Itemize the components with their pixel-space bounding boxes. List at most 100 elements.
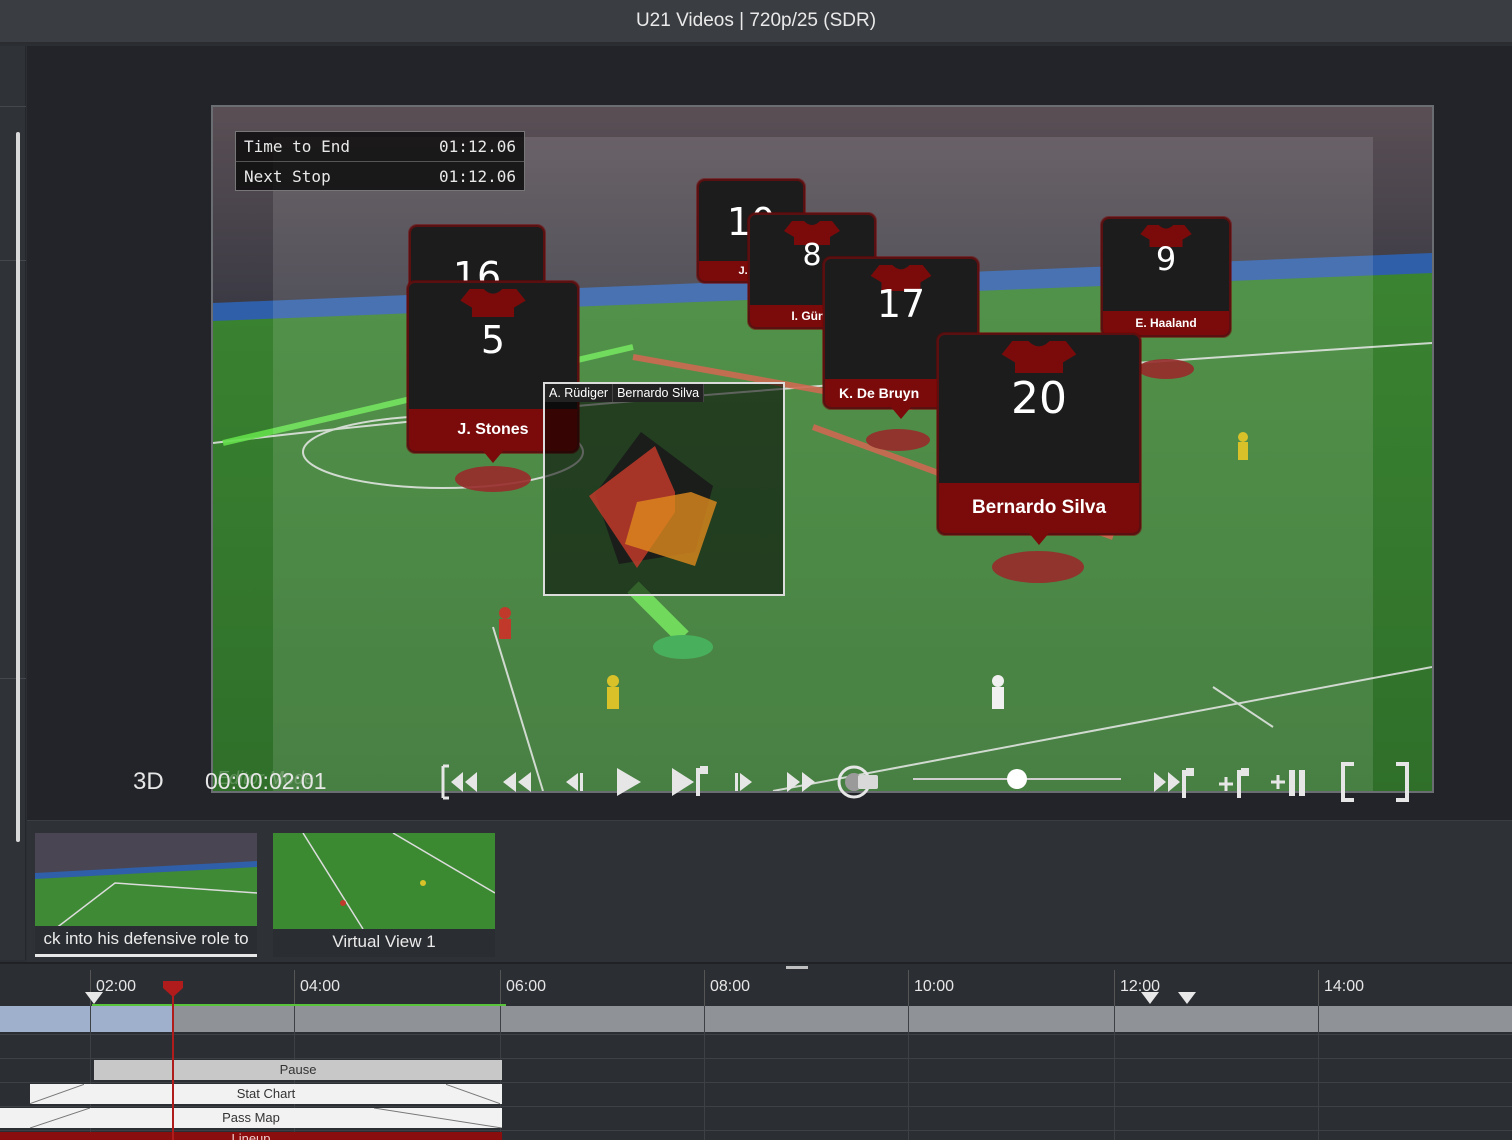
shirt-icon [1001, 341, 1077, 373]
go-to-start-button[interactable] [437, 760, 483, 804]
step-forward-icon [735, 773, 752, 791]
mark-out-icon [1396, 762, 1409, 802]
stop-marker[interactable] [1141, 992, 1159, 1004]
track-row: Pause [0, 1058, 1512, 1082]
track-row: Stat Chart [0, 1082, 1512, 1106]
timeline-panel: 02:00 04:00 06:00 08:00 10:00 12:00 14:0… [0, 962, 1512, 1140]
pitch-scene [213, 107, 1432, 791]
loop-icon [837, 765, 878, 799]
add-stop-button[interactable] [1213, 760, 1253, 804]
played-region [0, 1006, 172, 1032]
rewind-icon [503, 772, 531, 792]
hud-value: 01:12.06 [438, 167, 516, 186]
panel-divider [0, 106, 26, 107]
track-row [0, 1034, 1512, 1058]
step-forward-button[interactable] [727, 760, 761, 804]
segment-stat-chart[interactable]: Stat Chart [30, 1084, 502, 1104]
player-number: 9 [1155, 240, 1177, 278]
next-stop-button[interactable] [1151, 760, 1195, 804]
tick-line [294, 970, 295, 1006]
fade-out-ramp [446, 1084, 500, 1104]
panel-divider [0, 260, 26, 261]
hud-label: Next Stop [244, 167, 331, 186]
tick-line [704, 970, 705, 1006]
left-side-panel [0, 46, 26, 960]
segment-pause[interactable]: Pause [94, 1060, 502, 1080]
playhead-line[interactable] [172, 982, 174, 1140]
tick-label: 10:00 [914, 978, 955, 995]
clip-bin: ck into his defensive role to Virtual Vi… [27, 820, 1512, 962]
rewind-button[interactable] [497, 760, 537, 804]
hud-row-next-stop: Next Stop 01:12.06 [236, 161, 524, 190]
panel-divider [0, 678, 26, 679]
video-viewport[interactable]: Time to End 01:12.06 Next Stop 01:12.06 … [211, 105, 1434, 793]
play-to-stop-icon [672, 766, 708, 796]
add-stop-icon [1219, 768, 1249, 798]
track-row: Pass Map [0, 1106, 1512, 1130]
stop-marker[interactable] [1178, 992, 1196, 1004]
hud-value: 01:12.06 [438, 137, 516, 156]
player-number: 20 [1011, 373, 1067, 424]
player-number: 5 [480, 318, 506, 362]
main-video-track[interactable] [0, 1006, 1512, 1032]
tick-line [908, 970, 909, 1006]
hud-row-time-to-end: Time to End 01:12.06 [236, 132, 524, 161]
play-button[interactable] [611, 760, 647, 804]
hud-timer-panel: Time to End 01:12.06 Next Stop 01:12.06 [235, 131, 525, 191]
clip-preview-image [35, 833, 257, 930]
vertical-scrollbar[interactable] [16, 132, 20, 842]
step-back-button[interactable] [557, 760, 591, 804]
slider-knob[interactable] [1007, 769, 1027, 789]
fade-in-ramp [30, 1084, 84, 1104]
window-title: U21 Videos | 720p/25 (SDR) [0, 0, 1512, 44]
clip-thumbnail-2[interactable]: Virtual View 1 [273, 833, 495, 957]
radar-chart [589, 432, 717, 568]
stop-marker[interactable] [85, 992, 103, 1004]
transport-bar: 3D 00:00:02:01 [27, 754, 1512, 820]
tick-label: 08:00 [710, 978, 751, 995]
viewer-area: Time to End 01:12.06 Next Stop 01:12.06 … [27, 46, 1512, 820]
play-icon [617, 768, 641, 796]
track-row: Lineup [0, 1130, 1512, 1140]
card-pointer [483, 451, 503, 463]
tick-line [1318, 970, 1319, 1006]
tick-line [1114, 970, 1115, 1006]
clip-preview-image [273, 833, 495, 930]
next-stop-icon [1154, 768, 1194, 798]
tick-line [500, 970, 501, 1006]
player-name: E. Haaland [1103, 311, 1229, 335]
timecode-display: 00:00:02:01 [205, 768, 327, 794]
mark-out-button[interactable] [1387, 760, 1417, 804]
player-card-9[interactable]: 9 E. Haaland [1101, 217, 1231, 337]
mark-in-button[interactable] [1333, 760, 1363, 804]
segment-lineup[interactable]: Lineup [0, 1132, 502, 1140]
app-window: U21 Videos | 720p/25 (SDR) Time to End 0… [0, 0, 1512, 1140]
clip-thumbnail-1[interactable]: ck into his defensive role to [35, 833, 257, 957]
step-back-icon [566, 773, 583, 791]
mark-in-icon [1341, 762, 1354, 802]
tick-label: 14:00 [1324, 978, 1365, 995]
playhead-handle-icon[interactable] [162, 980, 184, 998]
fade-out-ramp [374, 1108, 502, 1128]
go-to-start-icon [441, 764, 477, 800]
stat-chart-overlay[interactable]: A. Rüdiger Bernardo Silva [543, 382, 785, 596]
add-pause-button[interactable] [1267, 760, 1313, 804]
tick-label: 06:00 [506, 978, 547, 995]
player-number: 17 [876, 282, 926, 326]
hud-label: Time to End [244, 137, 350, 156]
fast-forward-button[interactable] [781, 760, 821, 804]
playback-speed-slider[interactable] [913, 769, 1121, 789]
clip-caption: ck into his defensive role to [35, 926, 257, 954]
loop-button[interactable] [835, 760, 881, 804]
tick-label: 04:00 [300, 978, 341, 995]
play-to-stop-button[interactable] [667, 760, 711, 804]
shirt-icon [460, 289, 526, 317]
time-ruler[interactable]: 02:00 04:00 06:00 08:00 10:00 12:00 14:0… [0, 964, 1512, 1006]
add-pause-icon [1271, 770, 1305, 796]
fast-forward-icon [787, 772, 815, 792]
card-pointer [891, 407, 911, 419]
fade-in-ramp [30, 1108, 90, 1128]
card-pointer [1029, 533, 1049, 545]
player-card-20[interactable]: 20 Bernardo Silva [937, 333, 1141, 545]
view-mode-label[interactable]: 3D [133, 768, 164, 796]
